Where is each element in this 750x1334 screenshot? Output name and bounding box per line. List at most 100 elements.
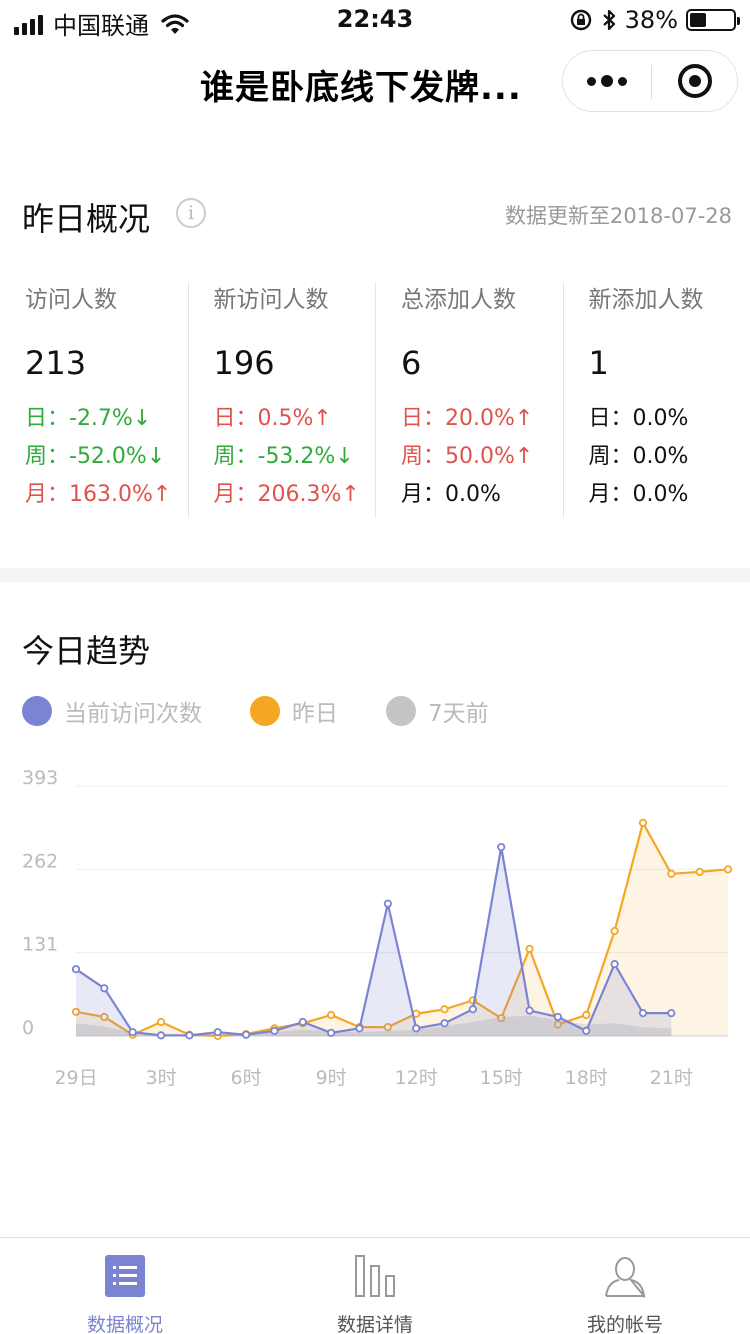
data-point [468, 1005, 477, 1014]
navigation-bar: 谁是卧底线下发牌... [0, 40, 750, 126]
data-point [185, 1031, 194, 1040]
update-date-text: 数据更新至2018-07-28 [504, 204, 732, 228]
metric-value: 213 [25, 344, 87, 382]
data-point [497, 842, 506, 852]
data-point [440, 1005, 449, 1014]
bluetooth-icon [602, 9, 615, 31]
metric-month-change: 月：0.0% [401, 482, 501, 507]
x-tick-label: 6时 [231, 1067, 262, 1089]
mini-program-capsule [562, 50, 738, 112]
more-dots-icon [587, 76, 596, 86]
metric-value: 1 [588, 344, 609, 382]
metrics-grid: 访问人数 213 日：-2.7%↓ 周：-52.0%↓ 月：163.0%↑ 新访… [0, 282, 750, 518]
tab-my-account[interactable]: 我的帐号 [500, 1238, 750, 1334]
metric-label: 总添加人数 [401, 287, 516, 313]
metric-value: 6 [401, 344, 422, 382]
data-point [100, 984, 109, 993]
cellular-signal-icon [14, 13, 43, 35]
close-mini-program-button[interactable] [651, 51, 739, 111]
data-point [723, 865, 733, 874]
x-tick-label: 9时 [316, 1067, 347, 1089]
metric-week-change: 周：50.0%↑ [401, 444, 534, 469]
data-point [355, 1024, 364, 1033]
data-point [298, 1017, 307, 1027]
data-point [412, 1024, 421, 1033]
metric-label: 访问人数 [25, 287, 117, 313]
data-point [327, 1010, 336, 1020]
tab-label: 数据概况 [86, 1314, 163, 1334]
data-point [553, 1012, 563, 1022]
tab-data-overview[interactable]: 数据概况 [0, 1238, 250, 1334]
page-title: 谁是卧底线下发牌... [200, 68, 522, 108]
metric-month-change: 月：163.0%↑ [25, 482, 172, 507]
metric-week-change: 周：0.0% [588, 444, 689, 469]
metric-label: 新添加人数 [588, 287, 704, 313]
list-icon [105, 1255, 145, 1297]
series-area [76, 847, 672, 1036]
trend-title: 今日趋势 [22, 632, 151, 670]
y-tick-label: 393 [22, 767, 58, 789]
data-point [667, 869, 676, 878]
data-point [525, 1006, 534, 1015]
metric-month-change: 月：206.3%↑ [213, 482, 360, 507]
data-point [71, 965, 81, 974]
data-point [270, 1026, 279, 1036]
tab-data-details[interactable]: 数据详情 [250, 1238, 500, 1334]
battery-percent: 38% [624, 6, 678, 34]
legend-swatch [250, 696, 280, 726]
y-tick-label: 262 [22, 850, 58, 872]
data-point [582, 1010, 591, 1020]
legend-swatch [386, 696, 416, 726]
tab-label: 数据详情 [336, 1314, 413, 1334]
legend-item-7-days-ago[interactable]: 7天前 [386, 694, 489, 728]
x-tick-label: 12时 [395, 1067, 438, 1089]
status-bar: 中国联通 22:43 38% [0, 0, 750, 40]
data-point [156, 1031, 166, 1040]
metric-label: 新访问人数 [213, 287, 329, 313]
overview-title: 昨日概况 [22, 200, 151, 238]
metric-day-change: 日：0.5%↑ [213, 406, 332, 431]
carrier-name: 中国联通 [53, 12, 149, 40]
legend-item-today[interactable]: 当前访问次数 [22, 694, 202, 728]
data-point [695, 867, 704, 876]
data-point [156, 1017, 166, 1027]
metric-total-added: 总添加人数 6 日：20.0%↑ 周：50.0%↑ 月：0.0% [375, 282, 563, 518]
data-point [667, 1008, 676, 1018]
data-point [610, 926, 619, 936]
trend-line-chart[interactable]: 393 262 131 0 29日 3时 6时 9时 12时 15时 18时 21时 [0, 760, 750, 1100]
data-point [383, 899, 392, 908]
legend-label: 昨日 [292, 701, 338, 727]
battery-icon [686, 9, 740, 31]
metric-month-change: 月：0.0% [588, 482, 689, 507]
data-point [241, 1030, 251, 1039]
bar-chart-icon [355, 1255, 395, 1297]
x-tick-label: 18时 [565, 1067, 608, 1089]
bottom-tab-bar: 数据概况 数据详情 我的帐号 [0, 1237, 750, 1334]
orientation-lock-icon [570, 9, 591, 31]
metric-day-change: 日：0.0% [588, 406, 689, 431]
metric-week-change: 周：-53.2%↓ [213, 444, 354, 469]
wifi-icon [161, 13, 189, 34]
chart-legend: 当前访问次数 昨日 7天前 [22, 694, 537, 728]
more-options-button[interactable] [563, 51, 651, 111]
x-tick-label: 15时 [480, 1067, 523, 1089]
data-point [582, 1026, 591, 1036]
y-tick-label: 131 [22, 934, 58, 956]
info-icon[interactable]: i [176, 198, 206, 228]
data-point [327, 1028, 336, 1037]
metric-visitors: 访问人数 213 日：-2.7%↓ 周：-52.0%↓ 月：163.0%↑ [0, 282, 188, 518]
metric-new-visitors: 新访问人数 196 日：0.5%↑ 周：-53.2%↓ 月：206.3%↑ [187, 282, 376, 518]
data-point [213, 1028, 222, 1037]
metric-new-added: 新添加人数 1 日：0.0% 周：0.0% 月：0.0% [562, 282, 750, 518]
data-point [638, 818, 648, 827]
legend-item-yesterday[interactable]: 昨日 [250, 694, 338, 728]
x-tick-label: 3时 [145, 1067, 176, 1089]
tab-label: 我的帐号 [586, 1314, 663, 1334]
legend-swatch [22, 696, 52, 726]
legend-label: 当前访问次数 [64, 701, 202, 727]
data-point [638, 1008, 648, 1018]
data-point [128, 1028, 137, 1037]
y-tick-label: 0 [22, 1017, 34, 1039]
data-point [610, 960, 619, 969]
target-close-icon [678, 64, 712, 98]
